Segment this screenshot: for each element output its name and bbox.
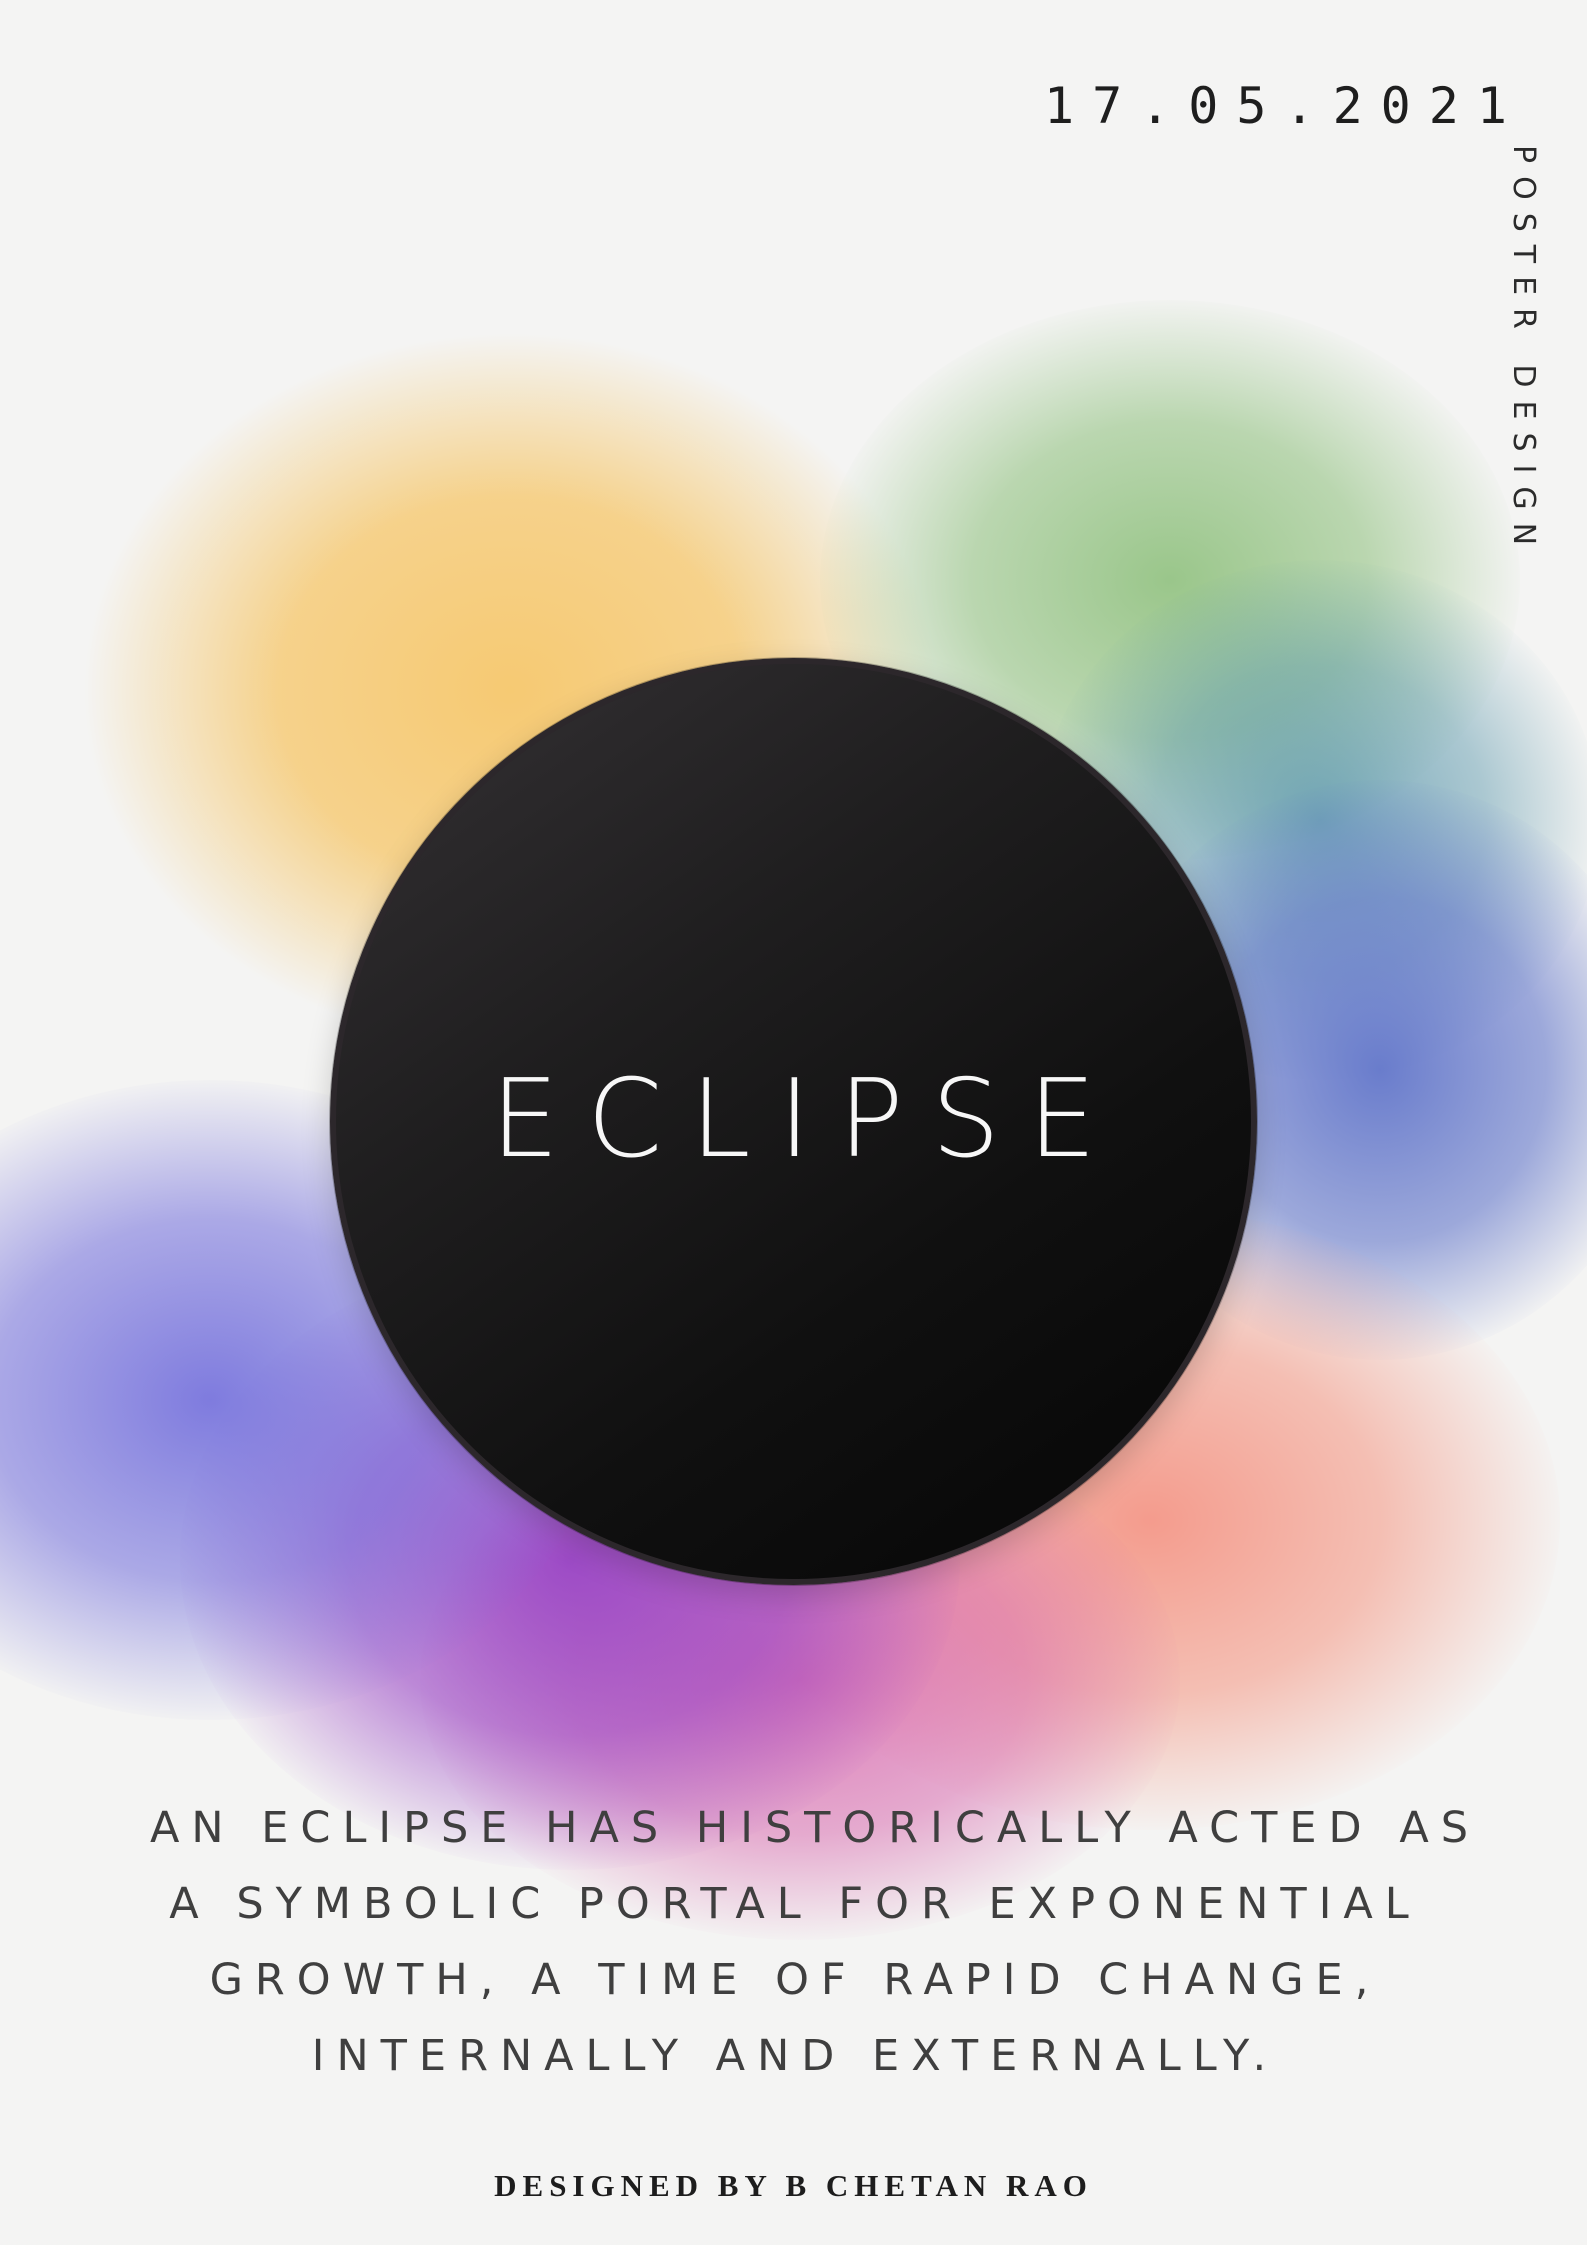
description-line: AN ECLIPSE HAS HISTORICALLY ACTED AS: [150, 1803, 1481, 1853]
description-line: GROWTH, A TIME OF RAPID CHANGE,: [209, 1955, 1381, 2005]
poster-design-label: POSTER DESIGN: [1506, 145, 1541, 559]
description-line: INTERNALLY AND EXTERNALLY.: [311, 2031, 1279, 2081]
poster-date: 17.05.2021: [1043, 77, 1525, 135]
designer-credit: DESIGNED BY B CHETAN RAO: [494, 2168, 1093, 2203]
poster-description: AN ECLIPSE HAS HISTORICALLY ACTED AS A S…: [150, 1790, 1481, 2094]
poster-canvas: 17.05.2021 POSTER DESIGN ECLIPSE AN ECLI…: [0, 0, 1587, 2245]
description-line: A SYMBOLIC PORTAL FOR EXPONENTIAL: [169, 1879, 1421, 1929]
eclipse-title: ECLIPSE: [490, 1057, 1125, 1182]
